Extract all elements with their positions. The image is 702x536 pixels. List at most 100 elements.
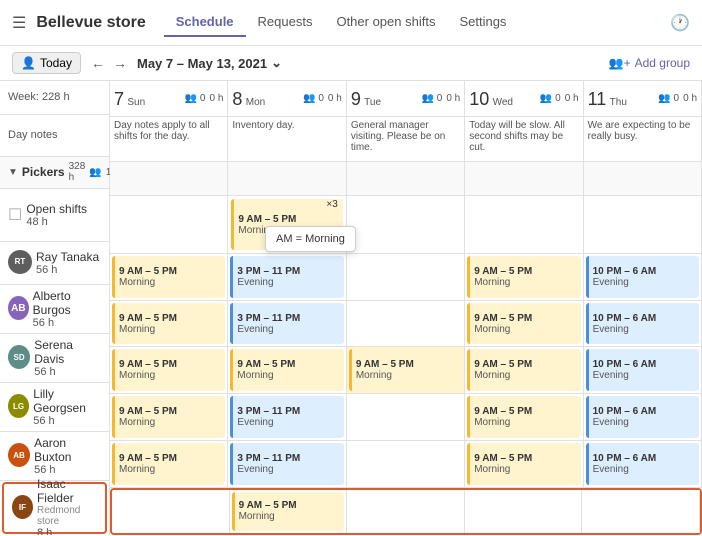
- shift-block[interactable]: 10 PM – 6 AM Evening: [586, 443, 699, 485]
- today-label: Today: [40, 56, 72, 70]
- schedule-cell-3-3[interactable]: 9 AM – 5 PM Morning: [465, 394, 583, 440]
- date-range[interactable]: May 7 – May 13, 2021 ⌄: [137, 55, 282, 71]
- shift-block[interactable]: 9 AM – 5 PM Morning: [232, 492, 345, 531]
- schedule-row-2: 9 AM – 5 PM Morning 9 AM – 5 PM Morning …: [110, 347, 702, 394]
- schedule-cell-4-4[interactable]: 10 PM – 6 AM Evening: [584, 441, 702, 487]
- group-header-sidebar: ▼ Pickers 328 h 👥 11 ···: [0, 157, 109, 189]
- group-chevron-icon: ▼: [8, 167, 18, 178]
- schedule-row-1: 9 AM – 5 PM Morning 3 PM – 11 PM Evening…: [110, 301, 702, 348]
- schedule-cell-2-2[interactable]: 9 AM – 5 PM Morning: [347, 347, 465, 393]
- schedule-cell-3-4[interactable]: 10 PM – 6 AM Evening: [584, 394, 702, 440]
- avatar-3: LG: [8, 394, 29, 418]
- day-stats-2: 👥 00 h: [422, 90, 461, 108]
- day-note-2: General manager visiting. Please be on t…: [347, 117, 465, 161]
- person-hours-2: 56 h: [34, 366, 101, 378]
- day-note-1: Inventory day.: [228, 117, 346, 161]
- day-num-4: 11: [588, 89, 607, 109]
- day-header-3: 10 Wed 👥 00 h: [465, 81, 583, 116]
- shift-block[interactable]: 9 AM – 5 PM Morning: [112, 443, 225, 485]
- shift-block[interactable]: 3 PM – 11 PM Evening: [230, 303, 343, 345]
- calendar: 7 Sun 👥 00 h 8 Mon: [110, 81, 702, 535]
- tab-schedule[interactable]: Schedule: [164, 8, 246, 37]
- shift-block[interactable]: 3 PM – 11 PM Evening: [230, 443, 343, 485]
- shift-time: 9 AM – 5 PM: [238, 214, 338, 225]
- shift-block[interactable]: 10 PM – 6 AM Evening: [586, 303, 699, 345]
- schedule-cell-0-3[interactable]: 9 AM – 5 PM Morning: [465, 254, 583, 300]
- day-stats-4: 👥 00 h: [658, 90, 697, 108]
- shift-block[interactable]: 3 PM – 11 PM Evening: [230, 396, 343, 438]
- shift-block[interactable]: 10 PM – 6 AM Evening: [586, 256, 699, 298]
- schedule-cell-1-1[interactable]: 3 PM – 11 PM Evening: [228, 301, 346, 347]
- schedule-cell-2-1[interactable]: 9 AM – 5 PM Morning: [228, 347, 346, 393]
- shift-block[interactable]: 9 AM – 5 PM Morning: [467, 256, 580, 298]
- schedule-cell-1-2: [347, 301, 465, 347]
- day-note-0: Day notes apply to all shifts for the da…: [110, 117, 228, 161]
- person-row-4: AB Aaron Buxton 56 h: [0, 432, 109, 481]
- schedule-row-4: 9 AM – 5 PM Morning 3 PM – 11 PM Evening…: [110, 441, 702, 488]
- day-header-2: 9 Tue 👥 00 h: [347, 81, 465, 116]
- avatar-4: AB: [8, 443, 30, 467]
- schedule-cell-1-3[interactable]: 9 AM – 5 PM Morning: [465, 301, 583, 347]
- open-shift-cell-1[interactable]: 9 AM – 5 PM Morning ×3 📍 AM = Morning: [228, 196, 346, 253]
- shift-block[interactable]: 9 AM – 5 PM Morning: [467, 396, 580, 438]
- day-headers-row: 7 Sun 👥 00 h 8 Mon: [110, 81, 702, 117]
- shift-block[interactable]: 9 AM – 5 PM Morning: [112, 396, 225, 438]
- schedule-cell-1-0[interactable]: 9 AM – 5 PM Morning: [110, 301, 228, 347]
- shift-block[interactable]: 10 PM – 6 AM Evening: [586, 396, 699, 438]
- open-shifts-sidebar: ☐ Open shifts 48 h: [0, 189, 109, 242]
- schedule-cell-5-3: [465, 490, 583, 533]
- schedule-cell-4-2: [347, 441, 465, 487]
- schedule-cell-3-1[interactable]: 3 PM – 11 PM Evening: [228, 394, 346, 440]
- open-shift-cell-4: [584, 196, 702, 253]
- prev-arrow[interactable]: ←: [87, 53, 109, 73]
- person-row-5: IF Isaac Fielder Redmond store 8 h: [2, 482, 107, 534]
- day-notes-row: Day notes apply to all shifts for the da…: [110, 117, 702, 162]
- tab-requests[interactable]: Requests: [246, 8, 325, 37]
- sub-header: 👤 Today ← → May 7 – May 13, 2021 ⌄ 👥+ Ad…: [0, 46, 702, 81]
- schedule-cell-0-1[interactable]: 3 PM – 11 PM Evening: [228, 254, 346, 300]
- day-note-4: We are expecting to be really busy.: [584, 117, 702, 161]
- schedule-cell-0-2: [347, 254, 465, 300]
- schedule-cell-4-1[interactable]: 3 PM – 11 PM Evening: [228, 441, 346, 487]
- schedule-cell-2-0[interactable]: 9 AM – 5 PM Morning: [110, 347, 228, 393]
- schedule-cell-2-4[interactable]: 10 PM – 6 AM Evening: [584, 347, 702, 393]
- person-row-3: LG Lilly Georgsen 56 h: [0, 383, 109, 432]
- day-num-3: 10: [469, 89, 489, 109]
- day-name-3: Wed: [493, 97, 513, 108]
- person-name-1: Alberto Burgos: [33, 289, 101, 317]
- shift-block[interactable]: 9 AM – 5 PM Morning: [112, 256, 225, 298]
- schedule-cell-2-3[interactable]: 9 AM – 5 PM Morning: [465, 347, 583, 393]
- schedule-cell-0-0[interactable]: 9 AM – 5 PM Morning: [110, 254, 228, 300]
- shift-block[interactable]: 9 AM – 5 PM Morning: [349, 349, 462, 391]
- schedule-cell-4-0[interactable]: 9 AM – 5 PM Morning: [110, 441, 228, 487]
- day-header-4: 11 Thu 👥 00 h: [584, 81, 702, 116]
- shift-block[interactable]: 9 AM – 5 PM Morning: [230, 349, 343, 391]
- today-button[interactable]: 👤 Today: [12, 52, 81, 74]
- open-shift-cell-3: [465, 196, 583, 253]
- open-shift-cell-2: [347, 196, 465, 253]
- schedule-cell-4-3[interactable]: 9 AM – 5 PM Morning: [465, 441, 583, 487]
- schedule-cell-0-4[interactable]: 10 PM – 6 AM Evening: [584, 254, 702, 300]
- shift-block[interactable]: 9 AM – 5 PM Morning: [112, 349, 225, 391]
- schedule-cell-1-4[interactable]: 10 PM – 6 AM Evening: [584, 301, 702, 347]
- shift-block[interactable]: 9 AM – 5 PM Morning: [467, 303, 580, 345]
- shift-block[interactable]: 9 AM – 5 PM Morning: [467, 349, 580, 391]
- person-hours-3: 56 h: [33, 415, 101, 427]
- shift-block[interactable]: 10 PM – 6 AM Evening: [586, 349, 699, 391]
- shift-block[interactable]: 3 PM – 11 PM Evening: [230, 256, 343, 298]
- schedule-row-5: 9 AM – 5 PM Morning: [110, 488, 702, 535]
- clock-icon[interactable]: 🕐: [670, 13, 690, 33]
- schedule-cell-3-0[interactable]: 9 AM – 5 PM Morning: [110, 394, 228, 440]
- schedule-cell-5-1[interactable]: 9 AM – 5 PM Morning: [230, 490, 348, 533]
- shift-block[interactable]: 9 AM – 5 PM Morning: [112, 303, 225, 345]
- group-people-icon: 👥: [89, 167, 101, 178]
- person-row-2: SD Serena Davis 56 h: [0, 334, 109, 383]
- add-group-button[interactable]: 👥+ Add group: [609, 56, 690, 70]
- tab-other-open-shifts[interactable]: Other open shifts: [324, 8, 447, 37]
- hamburger-icon[interactable]: ☰: [12, 13, 26, 33]
- shift-block[interactable]: 9 AM – 5 PM Morning: [467, 443, 580, 485]
- tab-settings[interactable]: Settings: [447, 8, 518, 37]
- day-name-4: Thu: [610, 97, 627, 108]
- group-hours: 328 h: [69, 161, 86, 183]
- next-arrow[interactable]: →: [109, 53, 131, 73]
